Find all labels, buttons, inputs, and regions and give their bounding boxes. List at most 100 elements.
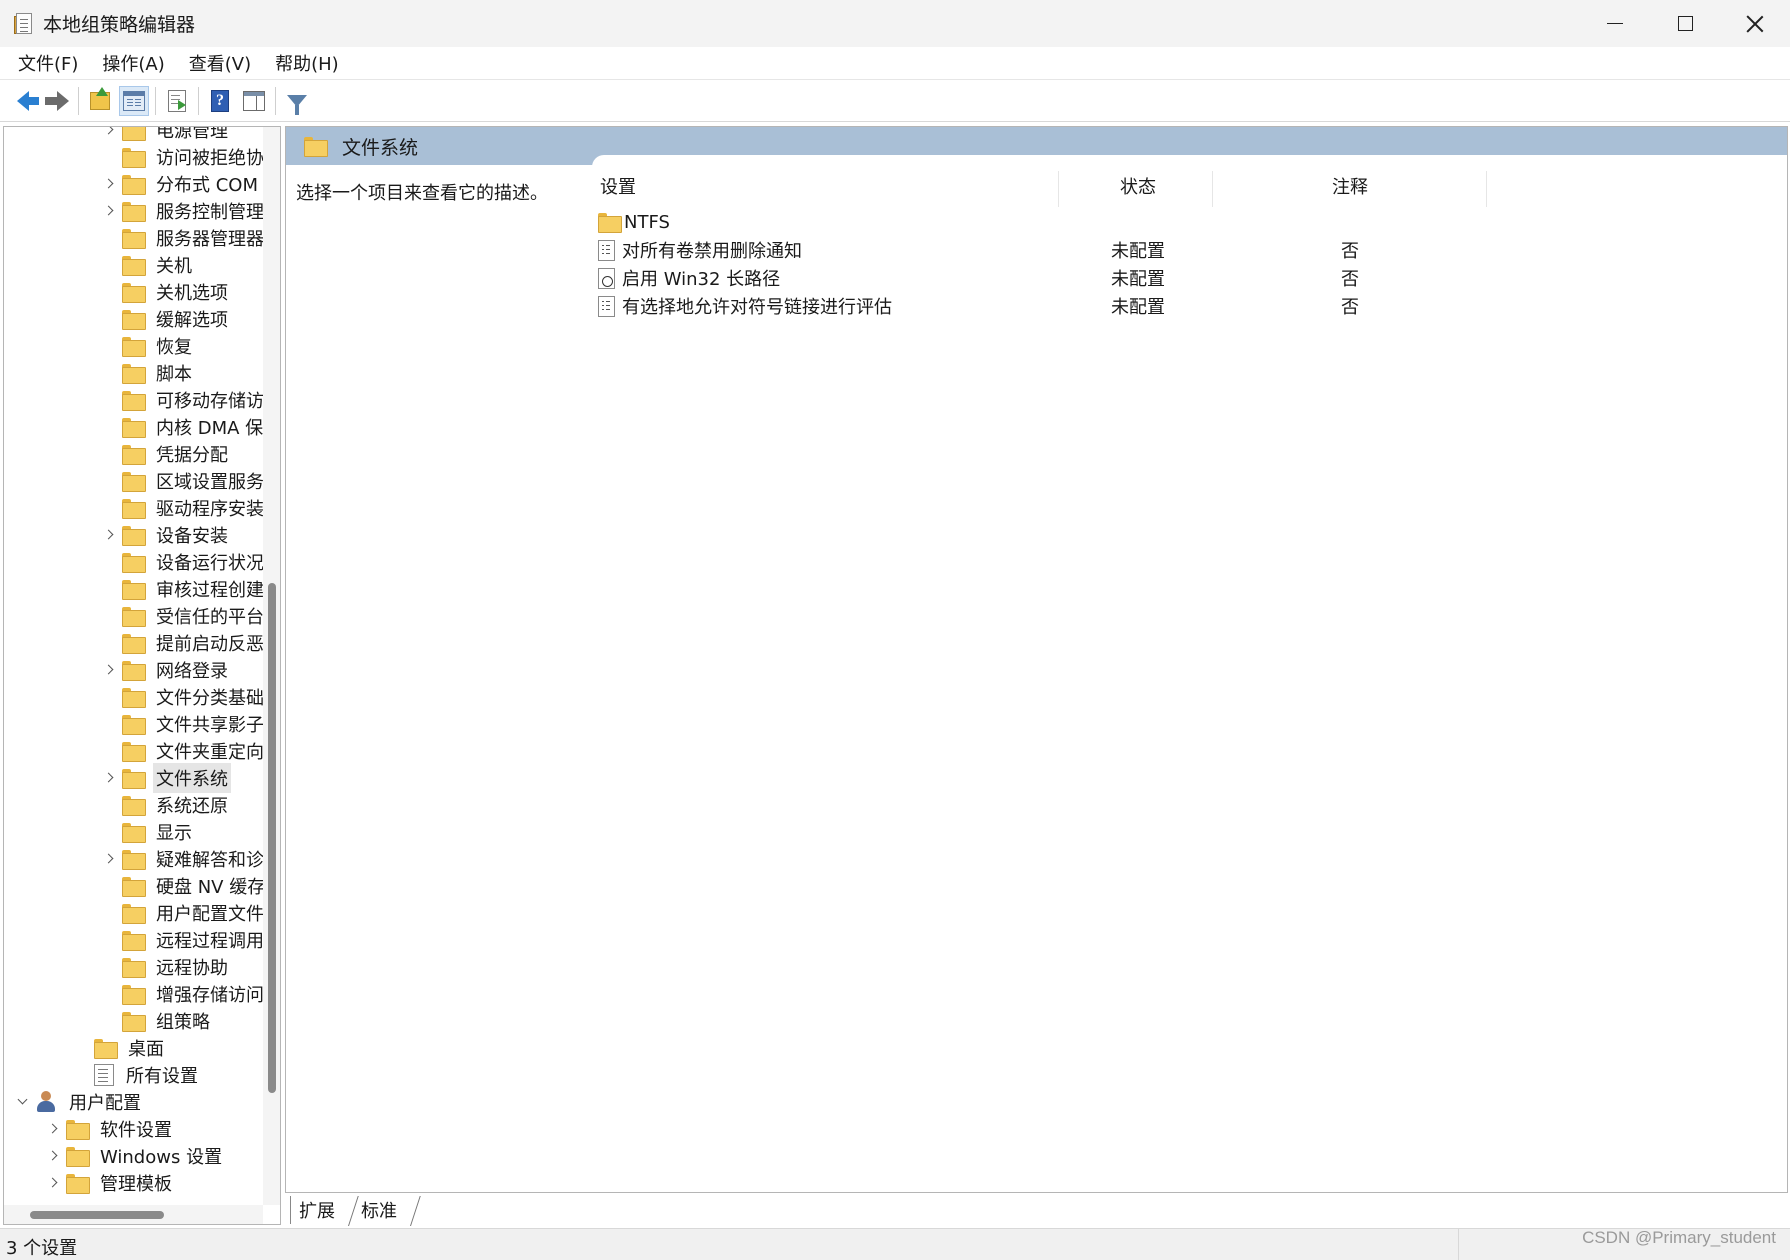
tree-item[interactable]: 服务控制管理 [102,197,267,224]
tree-horizontal-scroll-thumb[interactable] [30,1211,164,1219]
tree-item[interactable]: 文件共享影子 [102,710,267,737]
tab-extended[interactable]: 扩展 [290,1196,343,1224]
tree-item-label: 远程过程调用 [156,930,264,952]
tree-item[interactable]: 访问被拒绝协 [102,143,267,170]
tree-item[interactable]: 可移动存储访 [102,386,267,413]
chevron-right-icon[interactable] [102,204,116,218]
watermark: CSDN @Primary_student [1582,1228,1776,1247]
table-row[interactable]: 有选择地允许对符号链接进行评估 未配置 否 [592,291,1787,321]
maximize-button[interactable] [1650,0,1720,47]
table-row[interactable]: NTFS [592,207,1787,237]
tree-item-user-config[interactable]: 用户配置 [16,1088,144,1115]
tree-item[interactable]: 组策略 [102,1007,213,1034]
table-row[interactable]: 启用 Win32 长路径 未配置 否 [592,263,1787,293]
chevron-right-icon[interactable] [102,528,116,542]
tree-item-desktop[interactable]: 桌面 [74,1034,167,1061]
tree-item[interactable]: 电源管理 [102,127,231,143]
filter-button[interactable] [282,86,312,116]
tree-item-label: 用户配置文件 [156,903,264,925]
tree-item[interactable]: 恢复 [102,332,195,359]
tree-item[interactable]: 硬盘 NV 缓存 [102,872,268,899]
tree-item[interactable]: 远程过程调用 [102,926,267,953]
table-row[interactable]: 对所有卷禁用删除通知 未配置 否 [592,235,1787,265]
tab-standard[interactable]: 标准 [353,1196,405,1224]
chevron-right-icon[interactable] [102,663,116,677]
folder-icon [122,309,146,330]
tree-item[interactable]: 管理模板 [46,1169,175,1196]
close-button[interactable] [1720,0,1790,47]
tree-item[interactable]: 驱动程序安装 [102,494,267,521]
menu-view[interactable]: 查看(V) [177,47,263,79]
folder-icon [122,363,146,384]
forward-button[interactable] [42,86,72,116]
show-hide-tree-button[interactable] [119,85,149,116]
column-header-state[interactable]: 状态 [1064,165,1212,207]
tree-item[interactable]: 网络登录 [102,656,231,683]
tree-vertical-scrollbar[interactable] [263,127,280,1205]
policy-setting-icon [598,295,615,317]
tree-horizontal-scrollbar[interactable] [4,1205,263,1224]
export-list-icon [168,89,186,112]
tree-item-label: 恢复 [156,336,192,358]
tree-item[interactable]: 提前启动反恶 [102,629,267,656]
tree-item[interactable]: 用户配置文件 [102,899,267,926]
chevron-right-icon[interactable] [46,1176,60,1190]
tree-item[interactable]: 服务器管理器 [102,224,267,251]
toolbar-separator [78,86,79,115]
menu-help[interactable]: 帮助(H) [263,47,351,79]
tree-item[interactable]: 增强存储访问 [102,980,267,1007]
tree-item-all-settings[interactable]: 所有设置 [74,1061,201,1088]
menu-action[interactable]: 操作(A) [90,47,176,79]
tree-item[interactable]: 受信任的平台 [102,602,267,629]
tree-item[interactable]: 软件设置 [46,1115,175,1142]
chevron-right-icon[interactable] [102,127,116,137]
tree-item[interactable]: 区域设置服务 [102,467,267,494]
setting-note: 否 [1341,241,1359,262]
tree-item[interactable]: 显示 [102,818,195,845]
chevron-right-icon[interactable] [102,177,116,191]
show-action-pane-button[interactable] [239,86,269,116]
column-header-note[interactable]: 注释 [1214,165,1486,207]
folder-icon [122,795,146,816]
tree-item[interactable]: 分布式 COM [102,170,261,197]
tree-item[interactable]: 疑难解答和诊 [102,845,267,872]
tree-item[interactable]: 远程协助 [102,953,231,980]
tree-item[interactable]: 内核 DMA 保 [102,413,266,440]
chevron-right-icon[interactable] [46,1122,60,1136]
up-one-level-button[interactable] [85,86,115,116]
tree-item[interactable]: 文件系统 [102,762,231,793]
tree-item[interactable]: 审核过程创建 [102,575,267,602]
tree-item[interactable]: 关机选项 [102,278,231,305]
menu-file[interactable]: 文件(F) [6,47,90,79]
tree-item[interactable]: 脚本 [102,359,195,386]
tree-vertical-scroll-thumb[interactable] [268,583,276,1093]
help-button[interactable]: ? [205,86,235,116]
tree-item[interactable]: 缓解选项 [102,305,231,332]
tree-item[interactable]: 设备运行状况 [102,548,267,575]
tree-item[interactable]: 设备安装 [102,521,231,548]
folder-icon [122,714,146,735]
chevron-right-icon[interactable] [46,1149,60,1163]
export-list-button[interactable] [162,86,192,116]
tree-item[interactable]: 文件夹重定向 [102,737,267,764]
tree-item[interactable]: 系统还原 [102,791,231,818]
navigation-tree[interactable]: 电源管理 访问被拒绝协 分布式 COM 服务控制管理 服务器管理器 关机 关机选项 缓解选项恢… [3,126,281,1225]
tree-item[interactable]: Windows 设置 [46,1142,225,1169]
tree-item[interactable]: 关机 [102,251,195,278]
tree-item-label: 网络登录 [156,660,228,682]
chevron-right-icon[interactable] [102,771,116,785]
chevron-down-icon[interactable] [16,1095,30,1109]
back-button[interactable] [8,86,39,116]
tree-item[interactable]: 文件分类基础 [102,683,267,710]
column-header-setting[interactable]: 设置 [600,165,636,207]
maximize-icon [1677,16,1693,31]
chevron-right-icon[interactable] [102,852,116,866]
tree-item[interactable]: 凭据分配 [102,440,231,467]
minimize-button[interactable] [1580,0,1650,47]
tree-item-label: 管理模板 [100,1173,172,1195]
show-tree-icon [123,90,145,111]
